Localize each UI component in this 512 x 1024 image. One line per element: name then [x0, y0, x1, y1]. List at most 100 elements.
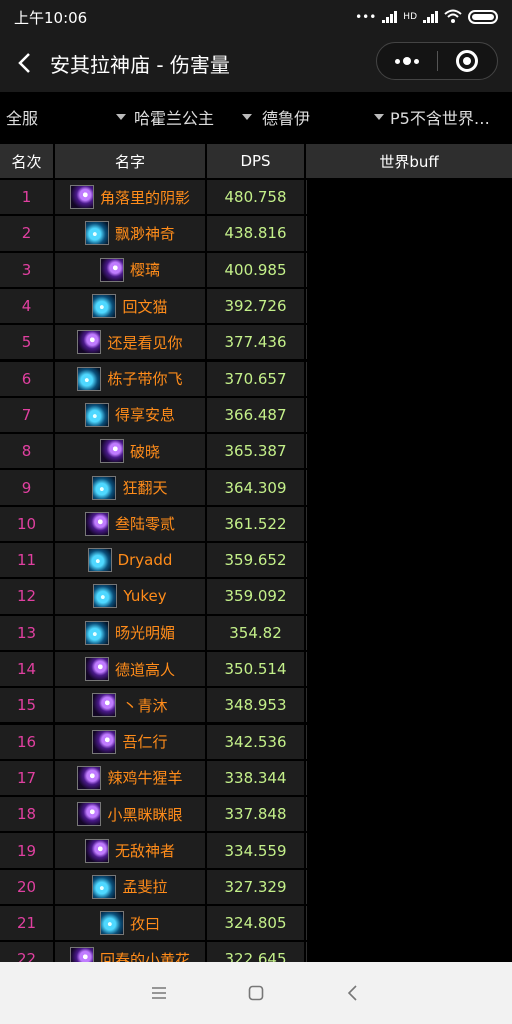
table-row[interactable]: 13 旸光明媚 354.82	[0, 615, 512, 652]
world-buff-cell	[306, 216, 512, 251]
realm-filter-dropdown[interactable]: 哈霍兰公主	[134, 92, 252, 142]
rank-cell: 9	[0, 470, 53, 505]
table-row[interactable]: 10 叁陆零贰 361.522	[0, 506, 512, 543]
table-row[interactable]: 3 樱璃 400.985	[0, 252, 512, 289]
world-buff-cell	[306, 252, 512, 287]
rank-value: 7	[21, 405, 32, 424]
rank-cell: 22	[0, 942, 53, 962]
table-row[interactable]: 17 辣鸡牛猩羊 338.344	[0, 760, 512, 797]
rank-value: 13	[16, 623, 37, 642]
name-cell: 飘渺神奇	[55, 216, 205, 251]
server-filter-dropdown[interactable]: 全服	[6, 92, 126, 142]
table-row[interactable]: 18 小黑眯眯眼 337.848	[0, 797, 512, 833]
name-cell: 回春的小黄花	[55, 942, 205, 962]
rank-value: 20	[16, 877, 37, 896]
system-back-button[interactable]	[333, 973, 373, 1013]
caret-down-icon	[242, 114, 252, 120]
miniprogram-capsule	[376, 42, 498, 80]
table-row[interactable]: 15 丶青沐 348.953	[0, 688, 512, 724]
player-name: 辣鸡牛猩羊	[107, 769, 183, 788]
world-buff-cell	[306, 397, 512, 433]
table-row[interactable]: 5 还是看见你 377.436	[0, 325, 512, 361]
dps-cell: 334.559	[207, 833, 304, 868]
phase-filter-dropdown[interactable]: P5不含世界…	[390, 92, 508, 142]
caret-down-icon	[116, 114, 126, 120]
name-cell: 回文猫	[55, 288, 205, 324]
wifi-icon	[444, 9, 462, 26]
world-buff-cell	[306, 180, 512, 215]
death-knight-class-icon	[87, 548, 112, 573]
world-buff-cell	[306, 869, 512, 904]
death-knight-class-icon	[92, 294, 117, 319]
dps-cell: 337.848	[207, 797, 304, 832]
rank-value: 12	[16, 587, 37, 606]
dps-cell: 359.652	[207, 543, 304, 578]
table-row[interactable]: 7 得享安息 366.487	[0, 397, 512, 434]
back-arrow-icon	[18, 53, 30, 73]
table-row[interactable]: 2 飘渺神奇 438.816	[0, 216, 512, 252]
world-buff-cell	[306, 434, 512, 469]
more-icon	[394, 57, 419, 65]
table-row[interactable]: 21 孜曰 324.805	[0, 906, 512, 942]
rank-value: 10	[16, 514, 37, 533]
player-name: 角落里的阴影	[99, 188, 190, 207]
table-row[interactable]: 8 破晓 365.387	[0, 434, 512, 470]
name-cell: 孜曰	[55, 906, 205, 941]
dps-value: 359.092	[224, 587, 287, 606]
table-row[interactable]: 4 回文猫 392.726	[0, 288, 512, 325]
rank-cell: 13	[0, 615, 53, 650]
table-row[interactable]: 12 Yukey 359.092	[0, 579, 512, 615]
table-row[interactable]: 16 吾仁行 342.536	[0, 724, 512, 761]
table-row[interactable]: 22 回春的小黄花 322.645	[0, 942, 512, 962]
player-name: 狂翻天	[122, 479, 168, 498]
title-bar: 安其拉神庙 - 伤害量	[0, 34, 512, 92]
home-button[interactable]	[236, 973, 276, 1013]
rank-cell: 15	[0, 688, 53, 723]
dps-cell: 350.514	[207, 651, 304, 687]
dps-cell: 359.092	[207, 579, 304, 614]
death-knight-class-icon	[92, 475, 117, 500]
dps-value: 438.816	[224, 224, 287, 243]
table-row[interactable]: 6 栋子带你飞 370.657	[0, 361, 512, 398]
druid-class-icon	[69, 947, 94, 962]
world-buff-cell	[306, 543, 512, 578]
player-name: Dryadd	[117, 551, 173, 570]
dps-value: 377.436	[224, 333, 287, 352]
signal-icon-2	[423, 11, 438, 23]
death-knight-class-icon	[92, 874, 117, 899]
back-button[interactable]	[0, 34, 50, 92]
name-cell: Yukey	[55, 579, 205, 614]
player-name: 德道高人	[114, 660, 175, 679]
name-cell: 丶青沐	[55, 688, 205, 723]
world-buff-cell	[306, 470, 512, 505]
table-row[interactable]: 9 狂翻天 364.309	[0, 470, 512, 506]
caret-down-icon	[374, 114, 384, 120]
druid-class-icon	[99, 439, 124, 464]
table-row[interactable]: 1 角落里的阴影 480.758	[0, 180, 512, 216]
battery-icon	[468, 10, 498, 24]
rank-value: 21	[16, 914, 37, 933]
rank-cell: 8	[0, 434, 53, 469]
dps-cell: 392.726	[207, 288, 304, 324]
close-miniprogram-button[interactable]	[438, 43, 498, 79]
close-target-icon	[456, 50, 479, 72]
ranking-table[interactable]: 名次 名字 DPS 世界buff 1 角落里的阴影 480.758 2 飘渺神奇 438.…	[0, 142, 512, 962]
druid-class-icon	[92, 693, 117, 718]
dps-value: 359.652	[224, 551, 287, 570]
world-buff-cell	[306, 579, 512, 614]
table-row[interactable]: 11 Dryadd 359.652	[0, 543, 512, 579]
table-row[interactable]: 19 无敌神者 334.559	[0, 833, 512, 869]
class-filter-dropdown[interactable]: 德鲁伊	[262, 92, 384, 142]
home-square-icon	[248, 985, 264, 1001]
column-header-dps: DPS	[207, 144, 304, 179]
dps-value: 370.657	[224, 369, 287, 388]
rank-value: 22	[16, 950, 37, 962]
dps-cell: 348.953	[207, 688, 304, 723]
table-row[interactable]: 20 孟斐拉 327.329	[0, 869, 512, 906]
dps-value: 364.309	[224, 478, 287, 497]
menu-button[interactable]	[139, 973, 179, 1013]
dps-cell: 365.387	[207, 434, 304, 469]
rank-cell: 1	[0, 180, 53, 215]
table-row[interactable]: 14 德道高人 350.514	[0, 651, 512, 688]
more-button[interactable]	[377, 43, 437, 79]
